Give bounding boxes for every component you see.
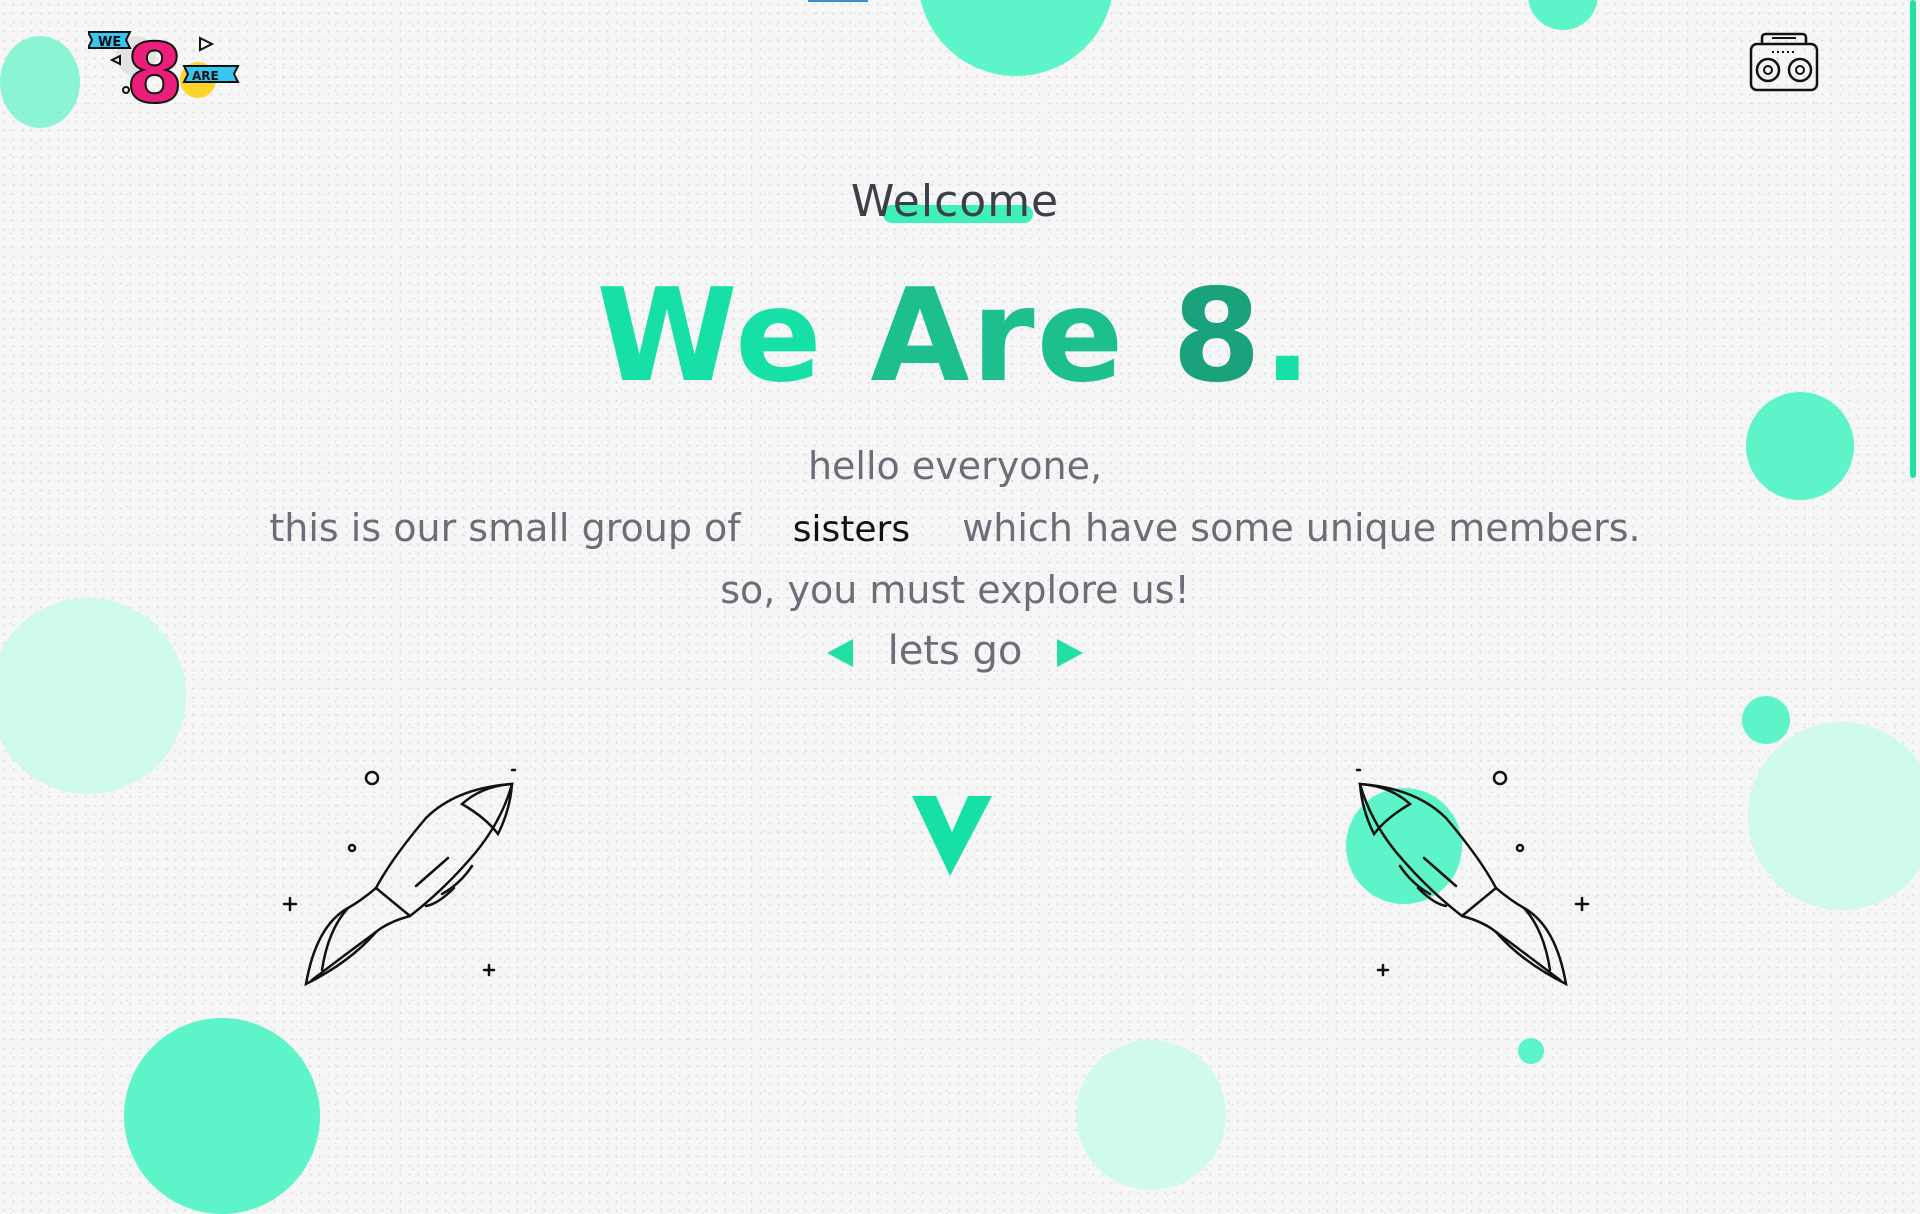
decor-bubble [124,1018,320,1214]
title-word-are: Are [870,262,1126,411]
svg-text:ARE: ARE [192,69,219,83]
intro-line-1: hello everyone, [807,444,1103,488]
logo[interactable]: WE ARE 8 [88,24,240,108]
scrollbar[interactable] [1910,0,1916,478]
welcome-title: Welcome [851,176,1059,227]
svg-text:WE: WE [98,35,121,50]
decor-bubble [1528,0,1598,30]
chevron-down-icon[interactable] [908,792,992,876]
title-word-we: We [596,262,824,411]
decor-bubble [1748,722,1920,910]
rocket-icon [1356,768,1590,987]
intro-line-3: so, you must explore us! [720,568,1190,612]
lets-go-button[interactable]: lets go [888,628,1023,674]
decor-bubble [1518,1038,1544,1064]
decor-bubble [1076,1040,1226,1190]
triangle-left-icon[interactable] [826,639,853,667]
intro-line-2: this is our small group of sisters which… [0,506,1910,550]
highlight-word: sisters [792,509,911,550]
boombox-icon[interactable] [1748,30,1820,94]
svg-text:8: 8 [126,27,183,108]
page-title: We Are 8. [0,262,1910,411]
top-accent-line [808,0,868,2]
welcome-text: Welcome [850,176,1060,227]
decor-bubble [0,36,80,128]
welcome-section: Welcome [0,176,1910,227]
decor-bubble [918,0,1114,76]
intro-line-2-start: this is our small group of [269,506,741,550]
decor-bubble [1742,696,1790,744]
intro-line-2-end: which have some unique members. [962,506,1641,550]
rocket-icon [282,768,516,987]
title-dot: . [1263,262,1314,411]
cta-row: lets go [0,628,1910,674]
title-word-8: 8 [1171,262,1263,411]
triangle-right-icon[interactable] [1057,639,1084,667]
